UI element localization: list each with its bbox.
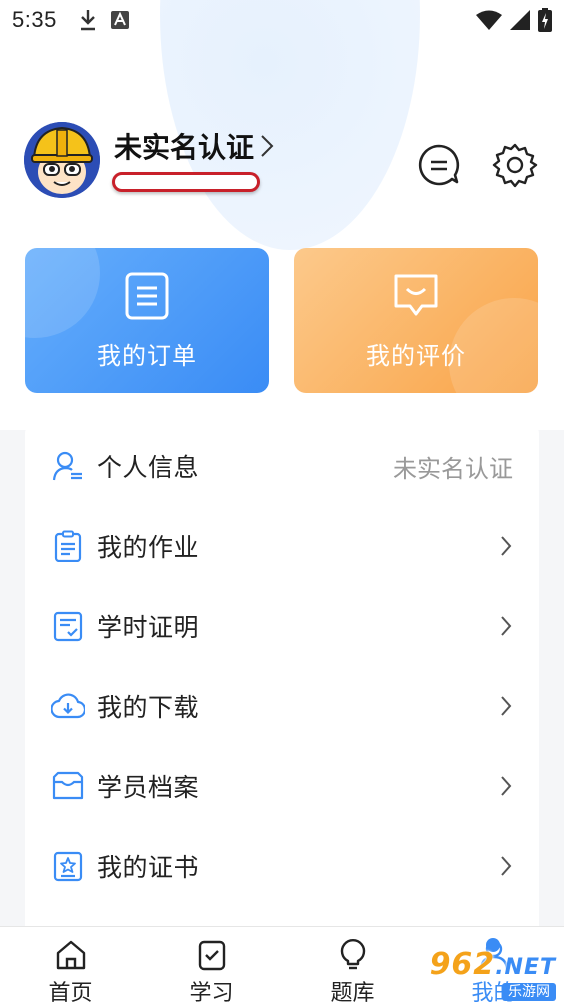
- username-row[interactable]: 未实名认证: [114, 126, 274, 166]
- chevron-right-icon: [261, 135, 274, 157]
- watermark-suffix: .NET: [495, 954, 556, 980]
- message-button[interactable]: [416, 142, 462, 188]
- nav-study[interactable]: 学习: [141, 927, 282, 1004]
- menu-label: 学时证明: [97, 613, 200, 642]
- chevron-right-icon: [501, 856, 512, 876]
- watermark-number: 962: [429, 946, 496, 982]
- menu-item-study-hours-certificate[interactable]: 学时证明: [25, 586, 539, 666]
- download-icon: [80, 10, 95, 31]
- my-orders-card[interactable]: 我的订单: [25, 248, 269, 393]
- certificate-star-icon: [51, 849, 85, 883]
- menu-label: 个人信息: [97, 453, 200, 482]
- menu-item-student-archive[interactable]: 学员档案: [25, 746, 539, 826]
- a-badge-icon: [110, 11, 129, 29]
- my-orders-label: 我的订单: [97, 342, 197, 370]
- message-box-icon: [394, 274, 438, 316]
- menu-item-my-downloads[interactable]: 我的下载: [25, 666, 539, 746]
- battery-charging-icon: [538, 8, 552, 32]
- avatar[interactable]: [24, 122, 100, 198]
- settings-button[interactable]: [492, 142, 538, 188]
- nav-label: 首页: [48, 981, 93, 1004]
- wifi-icon: [476, 10, 502, 30]
- lightbulb-icon: [340, 939, 366, 970]
- chevron-right-icon: [501, 696, 512, 716]
- worker-helmet-icon: [24, 122, 100, 198]
- nav-question-bank[interactable]: 题库: [282, 927, 423, 1004]
- menu-label: 学员档案: [97, 773, 200, 802]
- user-info-icon: [51, 449, 85, 483]
- chevron-right-icon: [501, 536, 512, 556]
- cloud-download-icon: [51, 689, 85, 723]
- nav-home[interactable]: 首页: [0, 927, 141, 1004]
- chevron-right-icon: [501, 776, 512, 796]
- certificate-check-icon: [51, 609, 85, 643]
- status-bar: 5:35: [0, 0, 564, 40]
- gear-icon: [492, 143, 538, 188]
- watermark-sub: 乐游网: [502, 982, 556, 1001]
- clipboard-icon: [51, 529, 85, 563]
- study-check-icon: [198, 940, 226, 971]
- chevron-right-icon: [501, 616, 512, 636]
- menu-item-personal-info[interactable]: 个人信息 未实名认证: [25, 426, 539, 506]
- redacted-phone: [112, 172, 260, 192]
- menu-label: 我的作业: [97, 533, 200, 562]
- signal-icon: [510, 10, 530, 30]
- message-icon: [418, 144, 460, 186]
- profile-header: 未实名认证: [24, 122, 544, 202]
- nav-label: 学习: [189, 981, 234, 1004]
- card-decoration: [25, 248, 100, 338]
- username[interactable]: 未实名认证: [114, 126, 254, 166]
- menu-label: 我的证书: [97, 853, 200, 882]
- status-time: 5:35: [12, 7, 57, 32]
- menu-item-my-certificates[interactable]: 我的证书: [25, 826, 539, 906]
- watermark-logo: 962.NET 乐游网: [424, 946, 556, 1001]
- verification-status: 未实名认证: [393, 454, 513, 483]
- watermark-main: 962.NET: [429, 946, 556, 983]
- list-document-icon: [125, 272, 169, 320]
- menu-list: 个人信息 未实名认证 我的作业 学时证明 我的下载 学员档案 我的证书: [25, 420, 539, 960]
- menu-item-my-homework[interactable]: 我的作业: [25, 506, 539, 586]
- home-icon: [56, 940, 86, 970]
- archive-box-icon: [51, 769, 85, 803]
- my-reviews-label: 我的评价: [366, 342, 466, 370]
- menu-label: 我的下载: [97, 693, 200, 722]
- my-reviews-card[interactable]: 我的评价: [294, 248, 538, 393]
- nav-label: 题库: [330, 981, 375, 1004]
